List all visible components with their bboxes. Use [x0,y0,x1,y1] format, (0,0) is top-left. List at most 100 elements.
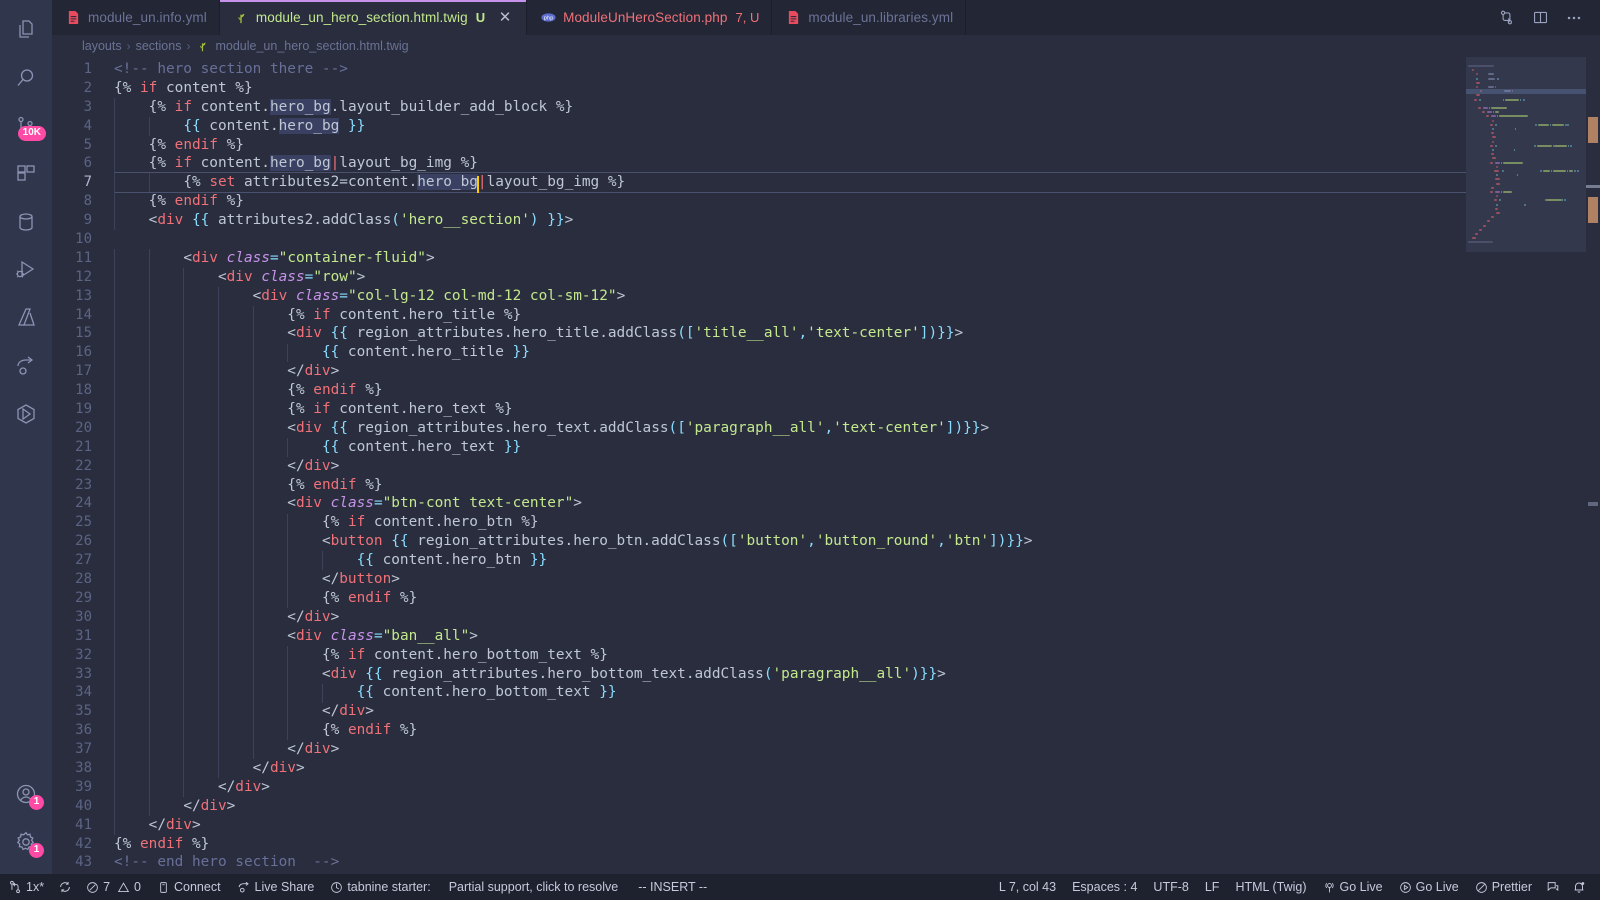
status-cursor-position[interactable]: L 7, col 43 [991,874,1064,900]
line-content[interactable]: {% if content.hero_bg.layout_builder_add… [114,98,1466,117]
line-content[interactable]: <button {{ region_attributes.hero_btn.ad… [114,532,1466,551]
line-content[interactable]: </div> [114,608,1466,627]
line-content[interactable]: </div> [114,702,1466,721]
text-editor[interactable]: 1 <!-- hero section there --> 2 {% if conte… [52,57,1600,874]
breadcrumb-item-layouts[interactable]: layouts [82,39,122,53]
line-content[interactable]: </div> [114,740,1466,759]
code-line[interactable]: 30 </div> [52,608,1466,627]
line-content[interactable]: {{ content.hero_bg }} [114,117,1466,136]
line-content[interactable]: <div class="container-fluid"> [114,249,1466,268]
line-content[interactable]: {% endif %} [114,835,1466,854]
status-tabnine[interactable]: tabnine starter: [322,874,438,900]
code-line[interactable]: 32 {% if content.hero_bottom_text %} [52,646,1466,665]
activity-bar-item-search[interactable] [0,54,52,102]
line-content[interactable]: </div> [114,457,1466,476]
activity-bar-item-source-control[interactable]: 10K [0,102,52,150]
code-lines[interactable]: 1 <!-- hero section there --> 2 {% if conte… [52,57,1466,872]
status-language-mode[interactable]: HTML (Twig) [1227,874,1314,900]
activity-bar-item-explorer[interactable] [0,6,52,54]
code-line[interactable]: 25 {% if content.hero_btn %} [52,513,1466,532]
code-line[interactable]: 17 </div> [52,362,1466,381]
code-line[interactable]: 11 <div class="container-fluid"> [52,249,1466,268]
code-line[interactable]: 12 <div class="row"> [52,268,1466,287]
line-content[interactable]: </div> [114,362,1466,381]
status-remote-connect[interactable]: Connect [149,874,229,900]
status-go-live-play[interactable]: Go Live [1391,874,1467,900]
code-line[interactable]: 34 {{ content.hero_bottom_text }} [52,683,1466,702]
status-indentation[interactable]: Espaces : 4 [1064,874,1145,900]
code-line[interactable]: 3 {% if content.hero_bg.layout_builder_a… [52,98,1466,117]
code-line[interactable]: 27 {{ content.hero_btn }} [52,551,1466,570]
overview-ruler[interactable] [1586,57,1600,874]
activity-bar-item-azure[interactable] [0,294,52,342]
code-line[interactable]: 22 </div> [52,457,1466,476]
status-tabnine-message[interactable]: Partial support, click to resolve [439,874,629,900]
line-content[interactable]: <div {{ region_attributes.hero_text.addC… [114,419,1466,438]
code-line[interactable]: 14 {% if content.hero_title %} [52,306,1466,325]
code-line[interactable]: 38 </div> [52,759,1466,778]
minimap[interactable] [1466,57,1586,874]
status-prettier[interactable]: Prettier [1467,874,1540,900]
code-line[interactable]: 1 <!-- hero section there --> [52,60,1466,79]
code-line[interactable]: 19 {% if content.hero_text %} [52,400,1466,419]
code-line[interactable]: 23 {% endif %} [52,476,1466,495]
status-live-share[interactable]: Live Share [229,874,323,900]
line-content[interactable]: </button> [114,570,1466,589]
line-content[interactable]: {% if content %} [114,79,1466,98]
code-line[interactable]: 26 <button {{ region_attributes.hero_btn… [52,532,1466,551]
breadcrumb-item-file[interactable]: module_un_hero_section.html.twig [215,39,408,53]
line-content[interactable]: </div> [114,816,1466,835]
line-content[interactable]: {% endif %} [114,476,1466,495]
code-line[interactable]: 10 [52,230,1466,249]
close-icon[interactable]: ✕ [496,9,514,27]
code-line[interactable]: 7 {% set attributes2=content.hero_bg|lay… [52,172,1466,194]
code-line[interactable]: 24 <div class="btn-cont text-center"> [52,494,1466,513]
line-content[interactable]: {% if content.hero_btn %} [114,513,1466,532]
tab-module-un-libraries-yml[interactable]: module_un.libraries.yml [772,0,967,35]
line-content[interactable]: <div class="ban__all"> [114,627,1466,646]
code-line[interactable]: 37 </div> [52,740,1466,759]
line-content[interactable]: {{ content.hero_bottom_text }} [114,683,1466,702]
code-line[interactable]: 8 {% endif %} [52,192,1466,211]
code-line[interactable]: 35 </div> [52,702,1466,721]
code-line[interactable]: 4 {{ content.hero_bg }} [52,117,1466,136]
code-line[interactable]: 41 </div> [52,816,1466,835]
line-content[interactable]: <!-- hero section there --> [114,60,1466,79]
line-content[interactable]: {{ content.hero_title }} [114,343,1466,362]
line-content[interactable] [114,230,1466,249]
line-content[interactable]: <div {{ region_attributes.hero_title.add… [114,324,1466,343]
more-actions-icon[interactable] [1564,8,1584,28]
code-line[interactable]: 29 {% endif %} [52,589,1466,608]
status-notifications[interactable] [1566,874,1592,900]
code-line[interactable]: 40 </div> [52,797,1466,816]
line-content[interactable]: <div class="col-lg-12 col-md-12 col-sm-1… [114,287,1466,306]
breadcrumb-item-sections[interactable]: sections [136,39,182,53]
code-line[interactable]: 20 <div {{ region_attributes.hero_text.a… [52,419,1466,438]
status-encoding[interactable]: UTF-8 [1145,874,1196,900]
activity-bar-item-live-share[interactable] [0,342,52,390]
status-problems[interactable]: 7 0 [78,874,149,900]
status-feedback[interactable] [1540,874,1566,900]
code-line[interactable]: 18 {% endif %} [52,381,1466,400]
line-content[interactable]: {% endif %} [114,192,1466,211]
line-content[interactable]: {{ content.hero_text }} [114,438,1466,457]
code-line[interactable]: 33 <div {{ region_attributes.hero_bottom… [52,665,1466,684]
code-line[interactable]: 21 {{ content.hero_text }} [52,438,1466,457]
editor-layout-icon[interactable] [1530,8,1550,28]
line-content[interactable]: {% endif %} [114,721,1466,740]
activity-bar-item-run-and-debug[interactable] [0,246,52,294]
activity-bar-item-accounts[interactable]: 1 [0,770,52,818]
line-content[interactable]: {% set attributes2=content.hero_bg|layou… [114,172,1466,194]
line-content[interactable]: {{ content.hero_btn }} [114,551,1466,570]
activity-bar-item-remote-explorer[interactable] [0,390,52,438]
code-line[interactable]: 9 <div {{ attributes2.addClass('hero__se… [52,211,1466,230]
code-line[interactable]: 16 {{ content.hero_title }} [52,343,1466,362]
line-content[interactable]: {% endif %} [114,589,1466,608]
code-line[interactable]: 28 </button> [52,570,1466,589]
code-line[interactable]: 6 {% if content.hero_bg|layout_bg_img %} [52,154,1466,173]
status-eol[interactable]: LF [1197,874,1228,900]
tab-module-un-hero-section-php[interactable]: php ModuleUnHeroSection.php 7, U [527,0,773,35]
activity-bar-item-manage[interactable]: 1 [0,818,52,866]
line-content[interactable]: {% if content.hero_bg|layout_bg_img %} [114,154,1466,173]
code-line[interactable]: 36 {% endif %} [52,721,1466,740]
